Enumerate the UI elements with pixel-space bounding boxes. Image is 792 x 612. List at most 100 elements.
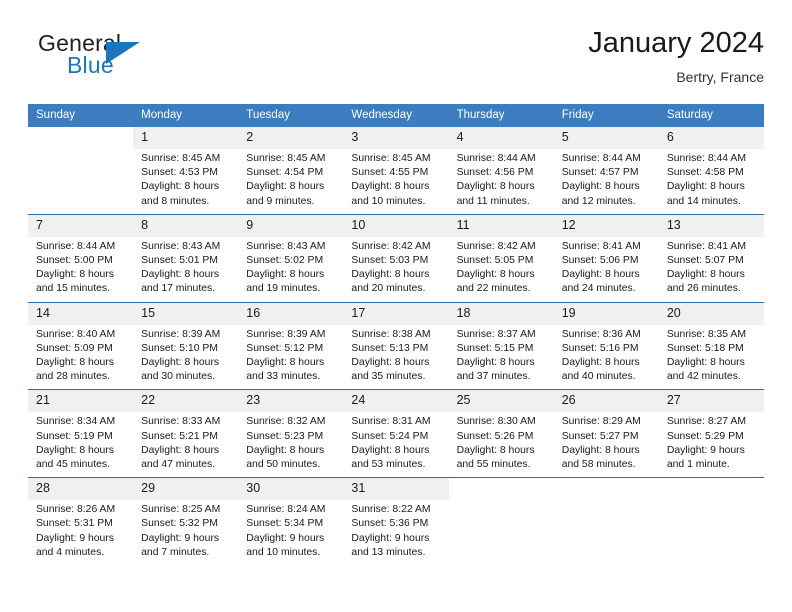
day-cell[interactable]: 15 Sunrise: 8:39 AM Sunset: 5:10 PM Dayligh… <box>133 301 239 390</box>
day-detail-line: and 1 minute. <box>666 459 730 471</box>
day-cell[interactable]: 5 Sunrise: 8:44 AM Sunset: 4:57 PM Daylight… <box>553 127 659 215</box>
day-number: 8 <box>133 214 239 237</box>
day-details: Sunrise: 8:41 AM Sunset: 5:06 PM Daylight:… <box>554 237 659 302</box>
day-cell[interactable]: 26 Sunrise: 8:29 AM Sunset: 5:27 PM Dayligh… <box>553 389 659 478</box>
day-detail-line: and 55 minutes. <box>456 459 531 471</box>
day-detail-line: Sunrise: 8:39 AM <box>246 328 326 340</box>
day-details: Sunrise: 8:42 AM Sunset: 5:05 PM Daylight:… <box>449 237 554 302</box>
day-detail-line: Daylight: 8 hours <box>666 357 745 369</box>
day-number: 16 <box>238 302 344 325</box>
day-cell[interactable]: 23 Sunrise: 8:32 AM Sunset: 5:23 PM Dayligh… <box>238 389 344 478</box>
day-detail-line: Sunset: 4:54 PM <box>246 167 324 179</box>
day-cell[interactable]: 20 Sunrise: 8:35 AM Sunset: 5:18 PM Dayligh… <box>658 301 764 390</box>
day-details: Sunrise: 8:30 AM Sunset: 5:26 PM Daylight:… <box>449 412 554 477</box>
day-detail-line: Daylight: 9 hours <box>666 444 745 456</box>
day-detail-line: Daylight: 8 hours <box>561 444 640 456</box>
general-blue-logo[interactable]: General Blue <box>38 30 218 86</box>
day-cell[interactable]: 22 Sunrise: 8:33 AM Sunset: 5:21 PM Dayligh… <box>133 389 239 478</box>
day-detail-line: Sunset: 5:00 PM <box>36 255 113 267</box>
day-detail-line: and 4 minutes. <box>36 546 105 558</box>
week-row: 1 Sunrise: 8:45 AM Sunset: 4:53 PM Daylight… <box>28 127 764 215</box>
day-cell[interactable]: 1 Sunrise: 8:45 AM Sunset: 4:53 PM Daylight… <box>133 127 239 215</box>
day-cell[interactable]: 27 Sunrise: 8:27 AM Sunset: 5:29 PM Dayligh… <box>658 389 764 478</box>
day-number: 22 <box>133 390 239 413</box>
day-detail-line: and 10 minutes. <box>351 195 426 207</box>
day-cell[interactable]: 29 Sunrise: 8:25 AM Sunset: 5:32 PM Dayligh… <box>133 477 239 566</box>
day-cell[interactable]: 14 Sunrise: 8:40 AM Sunset: 5:09 PM Dayligh… <box>28 301 134 390</box>
day-number: 15 <box>133 302 239 325</box>
day-number: 19 <box>553 302 659 325</box>
day-detail-line: Sunrise: 8:43 AM <box>141 240 221 252</box>
day-detail-line: Sunset: 4:58 PM <box>666 167 744 179</box>
day-number: 3 <box>343 127 449 149</box>
day-cell[interactable]: 18 Sunrise: 8:37 AM Sunset: 5:15 PM Dayligh… <box>448 301 554 390</box>
day-detail-line: Sunrise: 8:25 AM <box>141 504 221 516</box>
day-detail-line: Daylight: 9 hours <box>36 532 114 544</box>
day-detail-line: Sunset: 5:23 PM <box>246 430 324 442</box>
day-details: Sunrise: 8:44 AM Sunset: 4:57 PM Daylight:… <box>554 149 659 214</box>
day-cell-empty <box>658 477 764 566</box>
day-details: Sunrise: 8:33 AM Sunset: 5:21 PM Daylight:… <box>133 412 238 477</box>
day-cell[interactable]: 17 Sunrise: 8:38 AM Sunset: 5:13 PM Dayligh… <box>343 301 449 390</box>
day-cell[interactable]: 16 Sunrise: 8:39 AM Sunset: 5:12 PM Dayligh… <box>238 301 344 390</box>
day-cell[interactable]: 25 Sunrise: 8:30 AM Sunset: 5:26 PM Dayligh… <box>448 389 554 478</box>
day-number: 25 <box>448 390 554 413</box>
day-detail-line: Sunset: 5:27 PM <box>561 430 639 442</box>
day-detail-line: and 24 minutes. <box>561 283 636 295</box>
day-number: 31 <box>343 478 449 501</box>
day-number: 14 <box>28 302 134 325</box>
day-cell[interactable]: 30 Sunrise: 8:24 AM Sunset: 5:34 PM Dayligh… <box>238 477 344 566</box>
day-cell[interactable]: 10 Sunrise: 8:42 AM Sunset: 5:03 PM Dayligh… <box>343 213 449 303</box>
day-cell[interactable]: 9 Sunrise: 8:43 AM Sunset: 5:02 PM Daylight… <box>238 213 344 303</box>
day-detail-line: and 14 minutes. <box>666 195 741 207</box>
day-cell[interactable]: 3 Sunrise: 8:45 AM Sunset: 4:55 PM Daylight… <box>343 127 449 215</box>
day-cell-empty <box>553 477 659 566</box>
day-cell[interactable]: 11 Sunrise: 8:42 AM Sunset: 5:05 PM Dayligh… <box>448 213 554 303</box>
day-details <box>28 149 133 207</box>
day-details: Sunrise: 8:43 AM Sunset: 5:01 PM Daylight:… <box>133 237 238 302</box>
day-detail-line: Sunset: 5:03 PM <box>351 255 429 267</box>
day-detail-line: Sunset: 5:01 PM <box>141 255 218 267</box>
day-cell[interactable]: 6 Sunrise: 8:44 AM Sunset: 4:58 PM Daylight… <box>658 127 764 215</box>
title-block: January 2024 Bertry, France <box>588 26 764 87</box>
day-detail-line: Sunset: 5:12 PM <box>246 342 324 354</box>
day-details: Sunrise: 8:25 AM Sunset: 5:32 PM Daylight:… <box>133 500 238 565</box>
day-detail-line: Sunset: 5:31 PM <box>36 518 113 530</box>
day-detail-line: and 17 minutes. <box>141 283 216 295</box>
day-number: 20 <box>658 302 764 325</box>
day-cell[interactable]: 12 Sunrise: 8:41 AM Sunset: 5:06 PM Dayligh… <box>553 213 659 303</box>
day-detail-line: and 40 minutes. <box>561 371 636 383</box>
weekday-header-friday: Friday <box>553 104 659 127</box>
day-cell[interactable]: 7 Sunrise: 8:44 AM Sunset: 5:00 PM Daylight… <box>28 213 134 303</box>
day-details: Sunrise: 8:44 AM Sunset: 5:00 PM Daylight:… <box>28 237 133 302</box>
day-detail-line: Sunrise: 8:44 AM <box>666 153 746 164</box>
day-cell[interactable]: 24 Sunrise: 8:31 AM Sunset: 5:24 PM Dayligh… <box>343 389 449 478</box>
logo-text-blue: Blue <box>67 52 114 78</box>
day-detail-line: and 45 minutes. <box>36 459 110 471</box>
day-detail-line: and 33 minutes. <box>246 371 321 383</box>
day-cell[interactable]: 19 Sunrise: 8:36 AM Sunset: 5:16 PM Dayligh… <box>553 301 659 390</box>
day-detail-line: Sunrise: 8:37 AM <box>456 328 536 340</box>
day-detail-line: Daylight: 8 hours <box>456 181 535 193</box>
day-cell[interactable]: 13 Sunrise: 8:41 AM Sunset: 5:07 PM Dayligh… <box>658 213 764 303</box>
day-detail-line: Sunset: 4:57 PM <box>561 167 639 179</box>
day-detail-line: Sunset: 5:09 PM <box>36 342 113 354</box>
day-detail-line: Sunset: 4:56 PM <box>456 167 534 179</box>
day-detail-line: Daylight: 8 hours <box>141 269 220 281</box>
day-number: 10 <box>343 214 449 237</box>
day-detail-line: and 42 minutes. <box>666 371 741 383</box>
day-cell[interactable]: 2 Sunrise: 8:45 AM Sunset: 4:54 PM Daylight… <box>238 127 344 215</box>
day-detail-line: Sunrise: 8:41 AM <box>561 240 641 252</box>
weekday-header-tuesday: Tuesday <box>238 104 344 127</box>
day-detail-line: Sunset: 5:19 PM <box>36 430 113 442</box>
day-cell[interactable]: 21 Sunrise: 8:34 AM Sunset: 5:19 PM Dayligh… <box>28 389 134 478</box>
day-detail-line: Daylight: 8 hours <box>36 444 114 456</box>
day-detail-line: Sunset: 5:13 PM <box>351 342 429 354</box>
day-cell[interactable]: 28 Sunrise: 8:26 AM Sunset: 5:31 PM Dayligh… <box>28 477 134 566</box>
day-cell[interactable]: 8 Sunrise: 8:43 AM Sunset: 5:01 PM Daylight… <box>133 213 239 303</box>
day-cell[interactable]: 4 Sunrise: 8:44 AM Sunset: 4:56 PM Daylight… <box>448 127 554 215</box>
day-detail-line: and 37 minutes. <box>456 371 531 383</box>
day-details: Sunrise: 8:44 AM Sunset: 4:58 PM Daylight:… <box>659 149 764 214</box>
day-detail-line: Daylight: 8 hours <box>141 357 220 369</box>
day-cell[interactable]: 31 Sunrise: 8:22 AM Sunset: 5:36 PM Dayligh… <box>343 477 449 566</box>
